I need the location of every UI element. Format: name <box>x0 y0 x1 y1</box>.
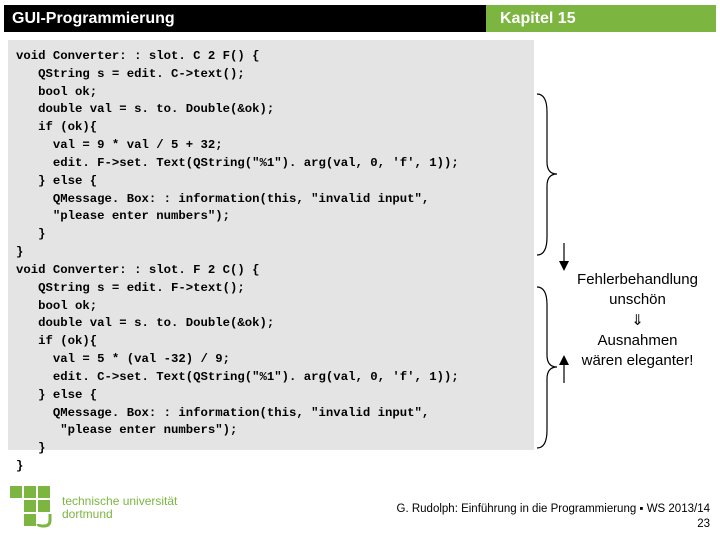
annotation-box: Fehlerbehandlung unschön ⇓ Ausnahmen wär… <box>560 270 715 371</box>
tu-logo-icon <box>10 486 54 530</box>
page-number: 23 <box>397 517 710 532</box>
uni-line2: dortmund <box>62 508 177 521</box>
annotation-line1: Fehlerbehandlung <box>560 270 715 290</box>
header-title-left: GUI-Programmierung <box>4 10 486 28</box>
brace-bottom-icon <box>535 285 560 450</box>
footer-uni-text: technische universität dortmund <box>62 495 177 521</box>
annotation-arrow: ⇓ <box>560 311 715 331</box>
annotation-line2: unschön <box>560 290 715 310</box>
slide-header: GUI-Programmierung Kapitel 15 <box>4 5 716 32</box>
annotation-line3: Ausnahmen <box>560 331 715 351</box>
credit-line: G. Rudolph: Einführung in die Programmie… <box>397 502 710 517</box>
header-title-right: Kapitel 15 <box>486 5 716 32</box>
arrow-down-top-icon <box>558 243 570 271</box>
footer-credit: G. Rudolph: Einführung in die Programmie… <box>397 502 710 532</box>
brace-top-icon <box>535 92 560 257</box>
footer-logo: technische universität dortmund <box>10 486 177 530</box>
annotation-line4: wären eleganter! <box>560 351 715 371</box>
code-block: void Converter: : slot. C 2 F() { QStrin… <box>8 40 534 450</box>
